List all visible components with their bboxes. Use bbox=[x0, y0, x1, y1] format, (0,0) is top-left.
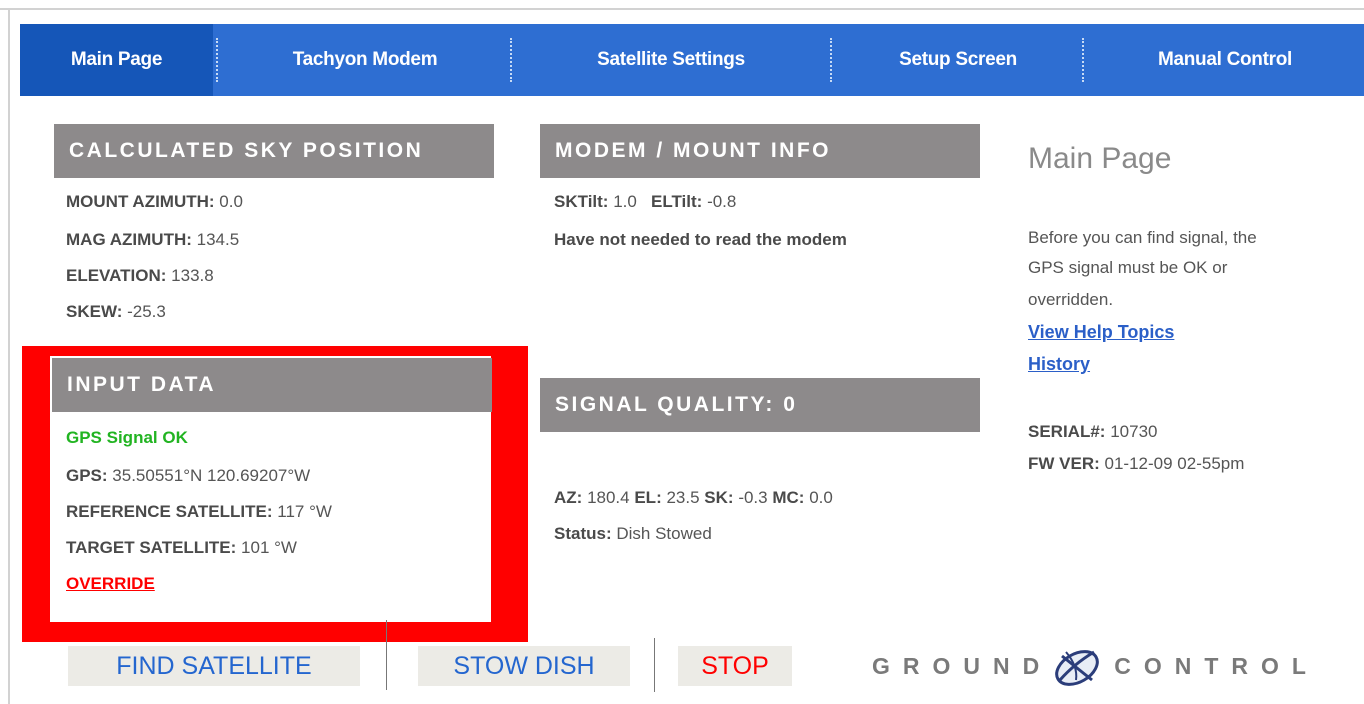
reference-satellite-label: REFERENCE SATELLITE: bbox=[66, 502, 273, 521]
override-link[interactable]: OVERRIDE bbox=[66, 574, 155, 594]
signal-readout-row: AZ: 180.4 EL: 23.5 SK: -0.3 MC: 0.0 bbox=[554, 488, 833, 508]
target-satellite-value: 101 °W bbox=[241, 538, 297, 557]
satellite-dish-icon bbox=[1055, 650, 1100, 686]
modem-info-header: MODEM / MOUNT INFO bbox=[540, 124, 980, 178]
reference-satellite-value: 117 °W bbox=[277, 502, 332, 521]
mount-azimuth-row: MOUNT AZIMUTH: 0.0 bbox=[66, 192, 243, 212]
mag-azimuth-label: MAG AZIMUTH: bbox=[66, 230, 192, 249]
ground-control-logo: GROUND CONTROL bbox=[872, 646, 1319, 686]
left-border bbox=[8, 8, 10, 704]
firmware-row: FW VER: 01-12-09 02-55pm bbox=[1028, 454, 1244, 474]
help-text-line: GPS signal must be OK or bbox=[1028, 258, 1228, 277]
top-border bbox=[0, 8, 1364, 10]
az-label: AZ: bbox=[554, 488, 583, 507]
eltilt-label: ELTilt: bbox=[651, 192, 703, 211]
button-divider bbox=[386, 620, 387, 690]
tab-tachyon-modem[interactable]: Tachyon Modem bbox=[220, 24, 510, 96]
reference-satellite-row: REFERENCE SATELLITE: 117 °W bbox=[66, 502, 332, 522]
button-divider bbox=[654, 638, 655, 692]
dish-status-row: Status: Dish Stowed bbox=[554, 524, 712, 544]
nav-bar: Main Page Tachyon Modem Satellite Settin… bbox=[20, 24, 1364, 96]
sktilt-value: 1.0 bbox=[613, 192, 637, 211]
eltilt-value: -0.8 bbox=[707, 192, 737, 211]
nav-divider bbox=[216, 38, 218, 82]
mag-azimuth-row: MAG AZIMUTH: 134.5 bbox=[66, 230, 239, 250]
input-data-header: INPUT DATA bbox=[52, 358, 492, 412]
skew-value: -25.3 bbox=[127, 302, 166, 321]
stop-button[interactable]: STOP bbox=[678, 646, 792, 686]
status-value: Dish Stowed bbox=[616, 524, 712, 543]
elevation-row: ELEVATION: 133.8 bbox=[66, 266, 214, 286]
gps-value: 35.50551°N 120.69207°W bbox=[112, 466, 311, 485]
sky-position-header: CALCULATED SKY POSITION bbox=[54, 124, 494, 178]
serial-label: SERIAL#: bbox=[1028, 422, 1106, 441]
signal-quality-header: SIGNAL QUALITY: 0 bbox=[540, 378, 980, 432]
target-satellite-row: TARGET SATELLITE: 101 °W bbox=[66, 538, 297, 558]
mount-azimuth-label: MOUNT AZIMUTH: bbox=[66, 192, 215, 211]
view-help-topics-link[interactable]: View Help Topics bbox=[1028, 322, 1174, 343]
az-value: 180.4 bbox=[587, 488, 630, 507]
gps-label: GPS: bbox=[66, 466, 108, 485]
tab-main-page[interactable]: Main Page bbox=[20, 24, 213, 96]
history-link[interactable]: History bbox=[1028, 354, 1090, 375]
el-value: 23.5 bbox=[666, 488, 700, 507]
target-satellite-label: TARGET SATELLITE: bbox=[66, 538, 237, 557]
logo-text-control: CONTROL bbox=[1114, 652, 1319, 679]
status-label: Status: bbox=[554, 524, 612, 543]
stow-dish-button[interactable]: STOW DISH bbox=[418, 646, 630, 686]
page-title: Main Page bbox=[1028, 142, 1172, 175]
firmware-label: FW VER: bbox=[1028, 454, 1100, 473]
help-text-line: Before you can find signal, the bbox=[1028, 228, 1257, 247]
gps-status: GPS Signal OK bbox=[66, 428, 188, 447]
gps-row: GPS: 35.50551°N 120.69207°W bbox=[66, 466, 310, 486]
elevation-label: ELEVATION: bbox=[66, 266, 167, 285]
sk-label: SK: bbox=[704, 488, 734, 507]
mag-azimuth-value: 134.5 bbox=[196, 230, 240, 249]
sktilt-label: SKTilt: bbox=[554, 192, 609, 211]
mc-value: 0.0 bbox=[809, 488, 833, 507]
serial-row: SERIAL#: 10730 bbox=[1028, 422, 1157, 442]
mc-label: MC: bbox=[772, 488, 805, 507]
skew-row: SKEW: -25.3 bbox=[66, 302, 166, 322]
mount-azimuth-value: 0.0 bbox=[219, 192, 243, 211]
logo-text-ground: GROUND bbox=[872, 652, 1053, 679]
help-text-line: overridden. bbox=[1028, 290, 1114, 309]
find-satellite-button[interactable]: FIND SATELLITE bbox=[68, 646, 360, 686]
nav-divider bbox=[510, 38, 512, 82]
tab-setup-screen[interactable]: Setup Screen bbox=[834, 24, 1082, 96]
tilt-row: SKTilt: 1.0 ELTilt: -0.8 bbox=[554, 192, 736, 212]
sk-value: -0.3 bbox=[738, 488, 768, 507]
skew-label: SKEW: bbox=[66, 302, 123, 321]
tab-satellite-settings[interactable]: Satellite Settings bbox=[515, 24, 827, 96]
modem-message-text: Have not needed to read the modem bbox=[554, 230, 847, 249]
el-label: EL: bbox=[634, 488, 662, 507]
elevation-value: 133.8 bbox=[171, 266, 214, 285]
serial-value: 10730 bbox=[1110, 422, 1158, 441]
firmware-value: 01-12-09 02-55pm bbox=[1104, 454, 1245, 473]
nav-divider bbox=[1082, 38, 1084, 82]
nav-divider bbox=[830, 38, 832, 82]
modem-message: Have not needed to read the modem bbox=[554, 230, 847, 250]
tab-manual-control[interactable]: Manual Control bbox=[1086, 24, 1364, 96]
